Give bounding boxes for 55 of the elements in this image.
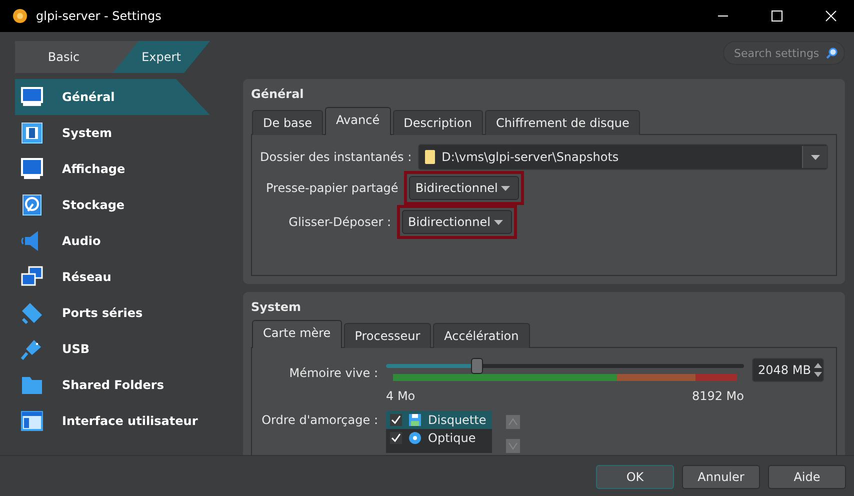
sidebar-item[interactable]: System: [15, 115, 210, 151]
boot-item[interactable]: Optique: [386, 429, 492, 447]
tab[interactable]: Avancé: [325, 107, 391, 135]
sidebar-item[interactable]: Réseau: [15, 259, 210, 295]
dialog-button[interactable]: OK: [596, 464, 674, 488]
sidebar-item[interactable]: Général: [15, 79, 210, 115]
checkbox[interactable]: [390, 432, 402, 444]
sidebar-item[interactable]: Stockage: [15, 187, 210, 223]
sidebar-item[interactable]: USB: [15, 331, 210, 367]
sidebar-item[interactable]: Interface utilisateur: [15, 403, 210, 439]
sidebar-item[interactable]: Ports séries: [15, 295, 210, 331]
network-icon: [20, 265, 44, 289]
memory-field[interactable]: 2048 MB: [752, 358, 824, 382]
window-icon: [20, 409, 44, 433]
tab[interactable]: Description: [392, 110, 483, 135]
folder-field[interactable]: D:\vms\glpi-server\Snapshots: [418, 144, 828, 170]
close-icon[interactable]: [825, 10, 837, 22]
caret-icon: [494, 220, 503, 224]
spin-arrows-icon: [813, 361, 823, 379]
checkbox[interactable]: [390, 414, 402, 426]
min-label: 4 Mo: [386, 389, 416, 403]
dialog-button[interactable]: Annuler: [682, 464, 760, 488]
caret-icon: [810, 154, 820, 160]
sidebar-item[interactable]: Audio: [15, 223, 210, 259]
field-label: Glisser-Déposer :: [288, 215, 391, 229]
search-icon: [826, 47, 838, 59]
display-icon: [20, 157, 44, 181]
sidebar-item[interactable]: Shared Folders: [15, 367, 210, 403]
field-label: Dossier des instantanés :: [260, 150, 412, 164]
tab[interactable]: Carte mère: [252, 320, 342, 348]
dropdown[interactable]: Bidirectionnel: [409, 176, 520, 200]
window-title: glpi-server - Settings: [36, 9, 162, 23]
caret-icon: [501, 186, 510, 190]
monitor-icon: [20, 85, 44, 109]
disc-icon: [408, 431, 422, 445]
floppy-icon: [408, 413, 422, 427]
dialog-button[interactable]: Aide: [768, 464, 846, 488]
tab[interactable]: De base: [252, 110, 324, 135]
mode-tab[interactable]: Basic: [15, 41, 112, 73]
search-field[interactable]: Search settings: [723, 41, 845, 65]
tab[interactable]: Chiffrement de disque: [484, 110, 640, 135]
sidebar-item[interactable]: Affichage: [15, 151, 210, 187]
max-label: 8192 Mo: [692, 389, 744, 403]
panel-title: System: [251, 300, 302, 314]
dropdown[interactable]: Bidirectionnel: [402, 210, 512, 234]
mode-tab[interactable]: Expert: [112, 41, 210, 73]
boot-item[interactable]: Disquette: [386, 411, 492, 429]
field-label: Mémoire vive :: [288, 366, 378, 380]
maximize-icon[interactable]: [771, 10, 783, 22]
panel-title: Général: [251, 87, 305, 101]
field-label: Ordre d'amorçage :: [260, 413, 378, 429]
folder-icon: [424, 149, 436, 165]
tab[interactable]: Accélération: [433, 323, 530, 348]
tab[interactable]: Processeur: [344, 323, 432, 348]
field-label: Presse-papier partagé: [265, 181, 398, 195]
